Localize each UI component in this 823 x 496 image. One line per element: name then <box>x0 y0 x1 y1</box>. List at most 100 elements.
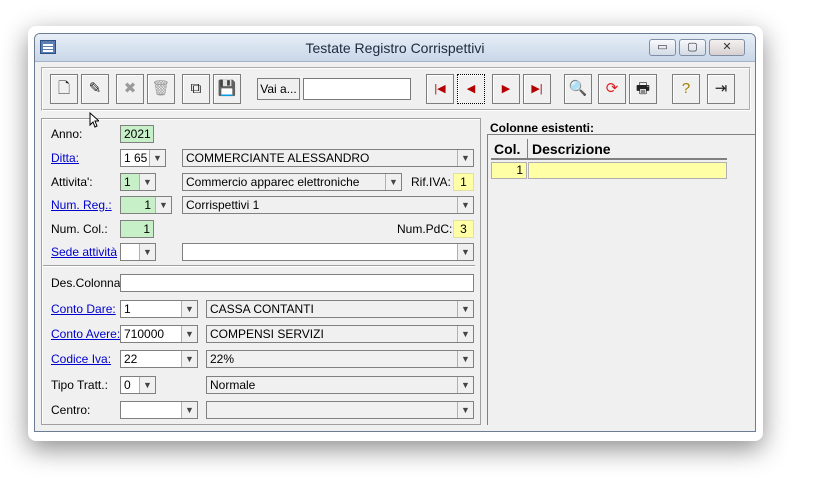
previous-record-button[interactable]: ◀ <box>457 74 485 104</box>
num-pdc-value: 3 <box>453 220 474 238</box>
exit-button[interactable]: ⇥ <box>707 74 735 104</box>
sede-name-combo[interactable]: ▼ <box>182 243 474 261</box>
chevron-down-icon[interactable]: ▼ <box>457 244 473 260</box>
chevron-down-icon[interactable]: ▼ <box>181 326 197 342</box>
chevron-down-icon[interactable]: ▼ <box>457 402 473 418</box>
conto-dare-code-combo[interactable]: 1 ▼ <box>120 300 198 318</box>
chevron-down-icon[interactable]: ▼ <box>457 351 473 367</box>
table-row-col[interactable]: 1 <box>491 162 527 179</box>
chevron-down-icon[interactable]: ▼ <box>457 150 473 166</box>
maximize-button[interactable]: ▢ <box>679 39 706 56</box>
header-rule <box>491 158 727 160</box>
ditta-name-combo[interactable]: COMMERCIANTE ALESSANDRO ▼ <box>182 149 474 167</box>
num-reg-name-value: Corrispettivi 1 <box>186 198 260 212</box>
new-button[interactable]: 🗋 <box>50 74 78 104</box>
conto-avere-link[interactable]: Conto Avere: <box>51 327 120 341</box>
title-bar[interactable]: Testate Registro Corrispettivi ▭ ▢ ✕ <box>35 34 755 62</box>
des-colonna-label: Des.Colonna: <box>51 276 124 290</box>
conto-dare-name-combo[interactable]: CASSA CONTANTI ▼ <box>206 300 474 318</box>
tipo-tratt-name-value: Normale <box>210 378 256 392</box>
header-divider <box>527 139 528 159</box>
ditta-link[interactable]: Ditta: <box>51 151 79 165</box>
previous-record-icon: ◀ <box>466 83 476 95</box>
edit-icon: ✎ <box>88 80 102 97</box>
minimize-button[interactable]: ▭ <box>649 39 676 56</box>
help-icon: ? <box>681 80 691 97</box>
table-row-descrizione[interactable] <box>528 162 727 179</box>
chevron-down-icon[interactable]: ▼ <box>149 150 165 166</box>
copy-button[interactable]: ⧉ <box>182 74 210 104</box>
close-button[interactable]: ✕ <box>709 39 745 56</box>
next-record-button[interactable]: ▶ <box>492 74 520 104</box>
print-button[interactable]: 🖶 <box>629 74 657 104</box>
first-record-button[interactable]: |◀ <box>426 74 454 104</box>
chevron-down-icon[interactable]: ▼ <box>457 377 473 393</box>
col-header[interactable]: Col. <box>494 141 520 157</box>
delete-icon: 🗑 <box>151 80 171 97</box>
anno-label: Anno: <box>51 127 83 141</box>
attivita-name-value: Commercio apparec elettroniche <box>186 175 360 189</box>
edit-button[interactable]: ✎ <box>81 74 109 104</box>
ditta-code-value: 1 65 <box>124 151 147 165</box>
attivita-label: Attivita': <box>51 175 93 189</box>
preview-button[interactable]: 🔍 <box>564 74 592 104</box>
chevron-down-icon[interactable]: ▼ <box>181 402 197 418</box>
mouse-cursor-icon <box>89 112 99 128</box>
ditta-name-value: COMMERCIANTE ALESSANDRO <box>186 151 370 165</box>
codice-iva-code-value: 22 <box>124 352 138 366</box>
chevron-down-icon[interactable]: ▼ <box>457 197 473 213</box>
chevron-down-icon[interactable]: ▼ <box>139 244 155 260</box>
centro-code-combo[interactable]: ▼ <box>120 401 198 419</box>
main-window: Testate Registro Corrispettivi ▭ ▢ ✕ 🗋 ✎… <box>34 33 756 432</box>
cancel-icon: ✖ <box>123 80 137 97</box>
num-pdc-label: Num.PdC: <box>397 222 453 236</box>
codice-iva-code-combo[interactable]: 22 ▼ <box>120 350 198 368</box>
tipo-tratt-code-combo[interactable]: 0 ▼ <box>120 376 156 394</box>
conto-avere-code-value: 710000 <box>124 327 165 341</box>
descrizione-header[interactable]: Descrizione <box>532 141 611 157</box>
attivita-code-combo[interactable]: 1 ▼ <box>120 173 156 191</box>
conto-avere-name-combo[interactable]: COMPENSI SERVIZI ▼ <box>206 325 474 343</box>
num-col-label: Num. Col.: <box>51 222 108 236</box>
chevron-down-icon[interactable]: ▼ <box>139 377 155 393</box>
ditta-code-combo[interactable]: 1 65 ▼ <box>120 149 166 167</box>
vai-a-button[interactable]: Vai a... <box>257 78 300 100</box>
save-button[interactable]: 💾 <box>213 74 241 104</box>
colonne-left-rule <box>487 135 488 425</box>
num-col-field[interactable]: 1 <box>120 220 154 238</box>
conto-avere-code-combo[interactable]: 710000 ▼ <box>120 325 198 343</box>
chevron-down-icon[interactable]: ▼ <box>457 326 473 342</box>
delete-button[interactable]: 🗑 <box>147 74 175 104</box>
des-colonna-field[interactable] <box>120 274 474 292</box>
preview-icon: 🔍 <box>568 80 588 97</box>
conto-dare-code-value: 1 <box>124 302 131 316</box>
codice-iva-name-combo[interactable]: 22% ▼ <box>206 350 474 368</box>
next-record-icon: ▶ <box>501 83 511 95</box>
codice-iva-link[interactable]: Codice Iva: <box>51 352 111 366</box>
chevron-down-icon[interactable]: ▼ <box>139 174 155 190</box>
help-button[interactable]: ? <box>672 74 700 104</box>
cancel-button[interactable]: ✖ <box>116 74 144 104</box>
tipo-tratt-name-combo[interactable]: Normale ▼ <box>206 376 474 394</box>
chevron-down-icon[interactable]: ▼ <box>385 174 401 190</box>
attivita-code-value: 1 <box>124 175 131 189</box>
num-reg-code-combo[interactable]: 1 ▼ <box>120 196 172 214</box>
section-divider <box>43 265 475 267</box>
chevron-down-icon[interactable]: ▼ <box>457 301 473 317</box>
num-reg-name-combo[interactable]: Corrispettivi 1 ▼ <box>182 196 474 214</box>
chevron-down-icon[interactable]: ▼ <box>181 301 197 317</box>
chevron-down-icon[interactable]: ▼ <box>155 197 171 213</box>
anno-field[interactable]: 2021 <box>120 125 154 143</box>
attivita-name-combo[interactable]: Commercio apparec elettroniche ▼ <box>182 173 402 191</box>
toolbar: 🗋 ✎ ✖ 🗑 ⧉ 💾 Vai a... |◀ ◀ ▶ ▶| 🔍 ⟳ 🖶 ? ⇥ <box>41 67 751 111</box>
num-reg-link[interactable]: Num. Reg.: <box>51 198 112 212</box>
conto-dare-link[interactable]: Conto Dare: <box>51 302 116 316</box>
refresh-button[interactable]: ⟳ <box>598 74 626 104</box>
sede-attivita-link[interactable]: Sede attività <box>51 245 117 259</box>
centro-name-combo[interactable]: ▼ <box>206 401 474 419</box>
last-record-button[interactable]: ▶| <box>523 74 551 104</box>
sede-code-combo[interactable]: ▼ <box>120 243 156 261</box>
chevron-down-icon[interactable]: ▼ <box>181 351 197 367</box>
colonne-title-rule <box>487 134 755 135</box>
vai-a-input[interactable] <box>303 78 411 100</box>
